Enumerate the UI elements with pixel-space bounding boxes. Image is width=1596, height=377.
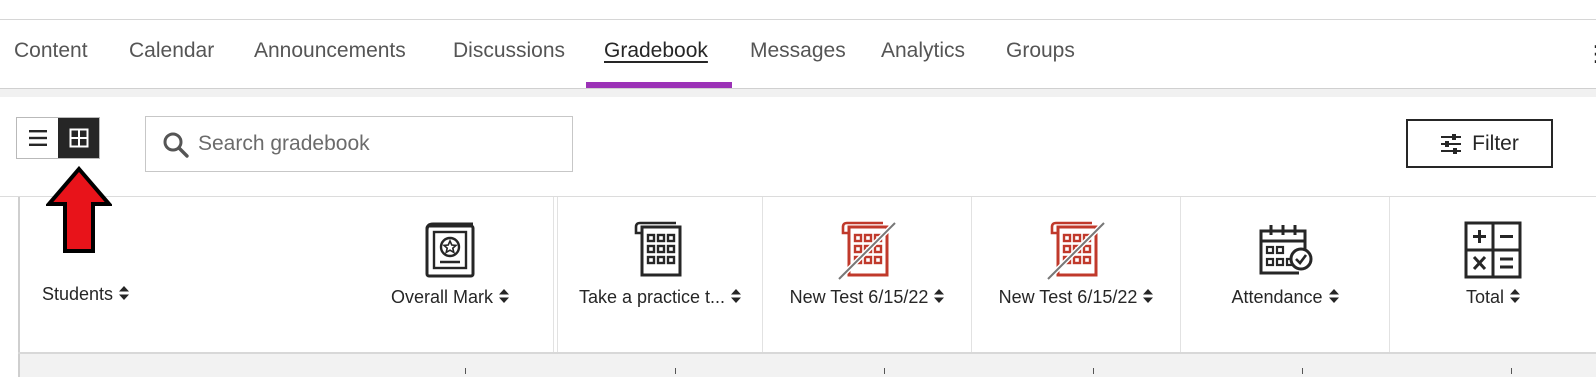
tab-messages[interactable]: Messages — [750, 20, 846, 88]
sort-icon — [1510, 289, 1521, 304]
sort-icon — [1143, 289, 1154, 304]
cell-marker — [675, 368, 676, 374]
tab-announcements[interactable]: Announcements — [254, 20, 406, 88]
search-input[interactable] — [198, 117, 558, 171]
sort-icon — [119, 286, 130, 301]
tab-analytics[interactable]: Analytics — [881, 20, 965, 88]
new-test-1-label: New Test 6/15/22 — [789, 287, 929, 307]
column-header-new-test-1[interactable]: New Test 6/15/22 — [763, 197, 971, 352]
new-test-2-label: New Test 6/15/22 — [998, 287, 1138, 307]
students-column-header[interactable]: Students — [42, 284, 130, 305]
attendance-calendar-icon — [1259, 225, 1313, 275]
search-box — [145, 116, 573, 172]
sliders-icon — [1441, 133, 1462, 154]
calculator-icon — [1464, 221, 1522, 279]
column-header-new-test-2[interactable]: New Test 6/15/22 — [972, 197, 1180, 352]
tab-groups[interactable]: Groups — [1006, 20, 1075, 88]
cell-marker — [465, 368, 466, 374]
grid-left-border — [18, 197, 20, 377]
cell-marker — [1093, 368, 1094, 374]
grid-view-icon — [69, 128, 88, 148]
tab-content[interactable]: Content — [14, 20, 88, 88]
cell-marker — [1302, 368, 1303, 374]
test-icon — [634, 221, 682, 277]
search-icon — [163, 132, 189, 158]
cell-marker — [1511, 368, 1512, 374]
column-header-total[interactable]: Total — [1390, 197, 1596, 352]
students-header-label: Students — [42, 284, 114, 304]
tab-discussions[interactable]: Discussions — [453, 20, 565, 88]
cell-marker — [884, 368, 885, 374]
sort-icon — [731, 289, 742, 304]
hidden-test-icon — [837, 221, 897, 281]
toolbar-shadow — [0, 89, 1596, 97]
grid-view-button[interactable] — [58, 118, 99, 158]
overall-mark-icon — [425, 222, 475, 278]
practice-test-label: Take a practice t... — [578, 287, 726, 307]
column-header-practice-test[interactable]: Take a practice t... — [558, 197, 762, 352]
sort-icon — [499, 289, 509, 304]
column-header-overall-mark[interactable]: Overall Mark — [347, 197, 553, 352]
view-toggle — [16, 117, 100, 159]
course-nav-tabs: Content Calendar Announcements Discussio… — [0, 20, 1596, 88]
more-tabs-icon[interactable]: ⋮ — [1585, 20, 1596, 88]
list-view-icon — [28, 130, 47, 146]
column-separator — [553, 197, 554, 377]
tab-gradebook[interactable]: Gradebook — [604, 20, 708, 88]
sort-icon — [934, 289, 945, 304]
tab-calendar[interactable]: Calendar — [129, 20, 214, 88]
hidden-test-icon — [1046, 221, 1106, 281]
table-row — [20, 354, 1596, 377]
list-view-button[interactable] — [17, 118, 58, 158]
sort-icon — [1328, 289, 1339, 304]
overall-mark-label: Overall Mark — [390, 287, 493, 307]
filter-label: Filter — [1472, 131, 1519, 155]
attendance-label: Attendance — [1231, 287, 1323, 307]
filter-button[interactable]: Filter — [1406, 119, 1553, 168]
total-label: Total — [1465, 287, 1505, 307]
red-arrow-up-icon — [46, 166, 112, 253]
column-header-attendance[interactable]: Attendance — [1181, 197, 1389, 352]
